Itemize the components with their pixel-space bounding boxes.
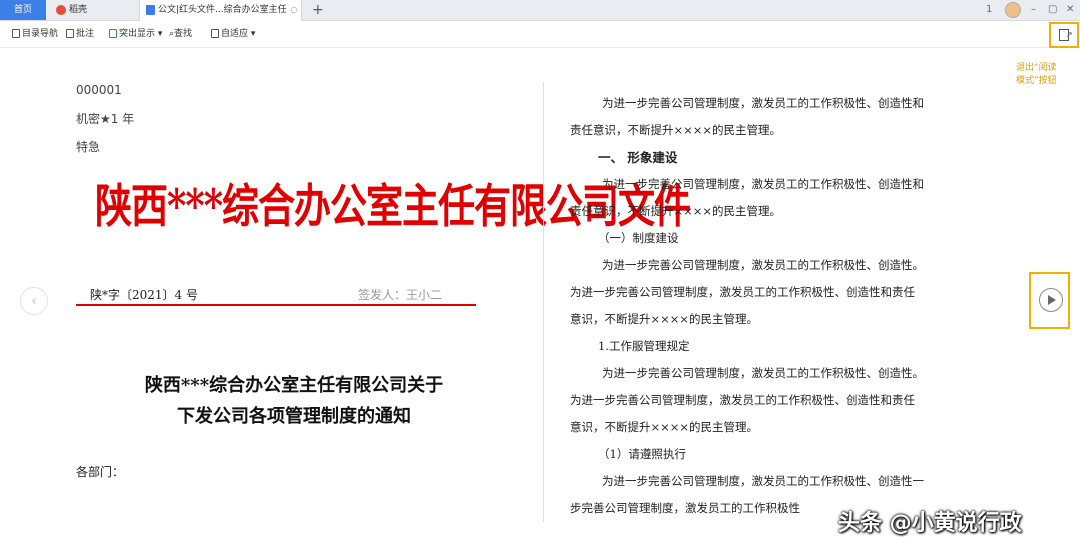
highlight-label: 突出显示 ▾ <box>119 29 163 39</box>
document-number: 陕*字〔2021〕4 号 <box>90 288 198 302</box>
body-line: 责任意识，不断提升××××的民主管理。 <box>570 123 782 137</box>
notice-heading-line-2: 下发公司各项管理制度的通知 <box>177 406 411 427</box>
play-triangle <box>1048 295 1056 305</box>
tab-daoke-label: 稻壳 <box>69 5 88 15</box>
subsection-heading: （一）制度建设 <box>598 231 679 245</box>
tab-document-label: 公文|红头文件...综合办公室主任 <box>158 5 287 15</box>
minimize-icon[interactable]: – <box>1031 0 1036 20</box>
fit-label: 自适应 ▾ <box>221 29 256 39</box>
highlight-icon <box>109 29 117 38</box>
exit-reading-mode-button[interactable]: ↗ <box>1049 22 1079 48</box>
outline-icon <box>12 29 20 38</box>
daoke-icon <box>56 4 66 15</box>
subsection-heading: 1.工作服管理规定 <box>598 339 690 353</box>
new-tab-button[interactable]: + <box>312 0 324 20</box>
subsection-heading: （1）请遵照执行 <box>598 447 686 461</box>
annotation-line-2: 模式”按钮 <box>1016 76 1057 86</box>
comment-icon <box>66 29 74 38</box>
red-separator-line <box>76 304 476 306</box>
body-line: 为进一步完善公司管理制度，激发员工的工作积极性、创造性和责任 <box>570 393 915 407</box>
tab-document[interactable]: 公文|红头文件...综合办公室主任 ○ <box>139 0 302 21</box>
find-button[interactable]: ⌕查找 <box>169 21 192 47</box>
annotation-note: 退出“阅读 模式”按钮 <box>1016 62 1057 88</box>
comment-label: 批注 <box>76 29 95 39</box>
badge-icon[interactable]: 1 <box>986 0 992 20</box>
tab-home[interactable]: 首页 <box>0 0 46 20</box>
comment-button[interactable]: 批注 <box>66 21 94 47</box>
secret-level: 机密★1 年 <box>76 112 135 126</box>
body-line: 为进一步完善公司管理制度，激发员工的工作积极性、创造性一 <box>602 474 924 488</box>
tab-daoke[interactable]: 稻壳 <box>50 0 134 20</box>
page-divider <box>543 82 544 522</box>
outline-nav-button[interactable]: 目录导航 <box>12 21 58 47</box>
tab-close-icon[interactable]: ○ <box>291 0 298 20</box>
annotation-line-1: 退出“阅读 <box>1016 63 1057 73</box>
watermark: 头条 @小黄说行政 <box>838 511 1022 536</box>
body-line: 意识，不断提升××××的民主管理。 <box>570 420 759 434</box>
fit-button[interactable]: 自适应 ▾ <box>211 21 255 47</box>
body-line: 意识，不断提升××××的民主管理。 <box>570 312 759 326</box>
highlight-button[interactable]: 突出显示 ▾ <box>109 21 162 47</box>
signer: 签发人：王小二 <box>358 288 443 302</box>
exit-arrow-icon: ↗ <box>1066 30 1073 39</box>
restore-icon[interactable]: ▢ <box>1048 0 1057 20</box>
notice-heading-line-1: 陕西***综合办公室主任有限公司关于 <box>144 375 444 396</box>
urgency-level: 特急 <box>76 140 101 154</box>
body-line: 为进一步完善公司管理制度，激发员工的工作积极性、创造性。 <box>602 258 924 272</box>
fit-icon <box>211 29 219 38</box>
body-line: 为进一步完善公司管理制度，激发员工的工作积极性、创造性和责任 <box>570 285 915 299</box>
body-line: 为进一步完善公司管理制度，激发员工的工作积极性、创造性和 <box>602 177 924 191</box>
prev-page-button[interactable]: ‹ <box>20 287 48 315</box>
play-icon <box>1039 288 1063 312</box>
right-page-body: 为进一步完善公司管理制度，激发员工的工作积极性、创造性和 责任意识，不断提升××… <box>570 90 1015 522</box>
addressee: 各部门： <box>76 465 125 479</box>
close-window-icon[interactable]: ✕ <box>1066 0 1074 20</box>
next-page-button[interactable] <box>1029 272 1070 329</box>
document-icon <box>146 4 155 15</box>
body-line: 为进一步完善公司管理制度，激发员工的工作积极性、创造性和 <box>602 96 924 110</box>
body-line: 责任意识，不断提升××××的民主管理。 <box>570 204 782 218</box>
avatar[interactable] <box>1005 2 1021 18</box>
find-label: 查找 <box>174 29 193 39</box>
tab-bar: 首页 稻壳 公文|红头文件...综合办公室主任 ○ + 1 – ▢ ✕ <box>0 0 1080 21</box>
body-line: 为进一步完善公司管理制度，激发员工的工作积极性、创造性。 <box>602 366 924 380</box>
serial-number: 000001 <box>76 83 122 97</box>
section-heading: 一、 形象建设 <box>598 150 678 165</box>
outline-label: 目录导航 <box>22 29 59 39</box>
chevron-left-icon: ‹ <box>31 294 37 308</box>
reading-toolbar: 目录导航 批注 突出显示 ▾ ⌕查找 自适应 ▾ <box>0 21 1080 48</box>
